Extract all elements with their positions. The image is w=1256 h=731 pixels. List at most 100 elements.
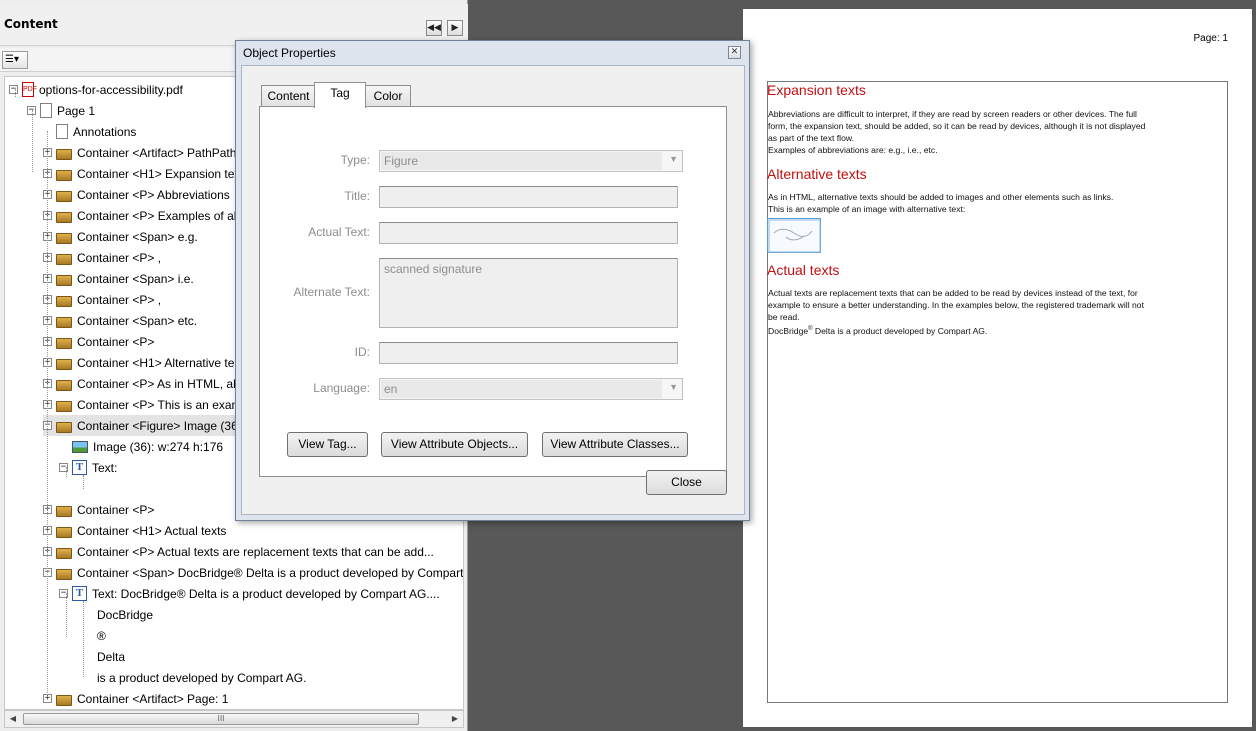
text-docbridge: DocBridge <box>768 325 809 336</box>
tree-row-label: Annotations <box>73 124 137 139</box>
tab-content[interactable]: Content <box>261 85 316 107</box>
tree-row[interactable]: + Container <H1> Actual texts <box>43 520 226 541</box>
image-icon <box>72 440 88 453</box>
tree-row-label: Container <H1> Actual texts <box>77 523 227 538</box>
view-tag-button[interactable]: View Tag... <box>287 432 368 457</box>
container-box-icon <box>56 547 72 559</box>
tree-row-label: Container <Span> etc. <box>77 313 198 328</box>
tree-row-label: ® <box>97 628 106 643</box>
tree-row[interactable]: + Container <P> Actual texts are replacem… <box>43 541 434 562</box>
chevron-down-icon: ▼ <box>669 154 678 164</box>
tree-row-label: Page 1 <box>57 103 96 118</box>
close-x-icon[interactable]: ✕ <box>728 46 741 59</box>
tree-row[interactable]: DocBridge <box>77 604 153 625</box>
tree-row[interactable]: + Container <P> Abbreviations <box>43 184 230 205</box>
tree-row[interactable]: ® <box>77 625 106 646</box>
type-select[interactable]: Figure ▼ <box>379 150 683 172</box>
container-box-icon <box>56 274 72 286</box>
tree-row[interactable]: − PDF options-for-accessibility.pdf <box>9 79 183 100</box>
scroll-left-arrow-icon[interactable]: ◀ <box>7 713 19 725</box>
paragraph-actual: Actual texts are replacement texts that … <box>768 287 1220 337</box>
container-box-icon <box>56 379 72 391</box>
text-line: Actual texts are replacement texts that … <box>768 288 1138 298</box>
tree-row[interactable]: + Container <H1> Alternative te <box>43 352 234 373</box>
container-box-icon <box>56 190 72 202</box>
tree-row-label: Container <P> As in HTML, al <box>77 376 236 391</box>
text-icon: T <box>72 586 87 601</box>
alternate-text-label: Alternate Text: <box>293 285 371 299</box>
tree-row[interactable]: + Container <Span> etc. <box>43 310 197 331</box>
tree-row-label: Container <P> <box>77 334 155 349</box>
tree-row-label: is a product developed by Compart AG. <box>97 670 307 685</box>
text-line: be read. <box>768 312 800 322</box>
alternate-text-field[interactable]: scanned signature <box>379 258 678 328</box>
view-attribute-classes-button[interactable]: View Attribute Classes... <box>542 432 688 457</box>
tree-row[interactable]: + Container <P> This is an exam <box>43 394 242 415</box>
tree-row[interactable]: + Container <P> <box>43 499 154 520</box>
language-select-value: en <box>381 380 662 398</box>
tree-row-label: Text: <box>92 460 118 475</box>
double-left-arrow-icon[interactable]: ◀◀ <box>426 20 442 36</box>
tree-row[interactable]: + Container <H1> Expansion tex <box>43 163 240 184</box>
tree-row[interactable]: + Container <Artifact> Page: 1 <box>43 688 228 709</box>
tree-row[interactable]: Annotations <box>43 121 136 142</box>
tree-row-label: Container <P> This is an exam <box>77 397 242 412</box>
tree-row-label: Container <P> Abbreviations <box>77 187 230 202</box>
tree-row-label: Container <Artifact> PathPath <box>77 145 237 160</box>
tree-row-label: Container <Span> i.e. <box>77 271 194 286</box>
view-attribute-objects-button[interactable]: View Attribute Objects... <box>381 432 528 457</box>
pdf-file-icon: PDF <box>22 82 37 97</box>
tab-tag[interactable]: Tag <box>314 82 366 108</box>
tree-row[interactable]: is a product developed by Compart AG. <box>77 667 306 688</box>
tree-row-label: Container <P> , <box>77 250 162 265</box>
tree-row-label: Container <P> , <box>77 292 162 307</box>
language-select[interactable]: en ▼ <box>379 378 683 400</box>
tree-row-label: Container <H1> Alternative te <box>77 355 235 370</box>
container-box-icon <box>56 505 72 517</box>
container-box-icon <box>56 232 72 244</box>
type-select-value: Figure <box>381 152 662 170</box>
collapse-icon[interactable]: − <box>9 85 18 94</box>
id-field[interactable] <box>379 342 678 364</box>
document-page: Page: 1 Expansion texts Abbreviations ar… <box>743 9 1252 727</box>
tree-row[interactable]: + Container <Span> e.g. <box>43 226 198 247</box>
tree-row[interactable] <box>77 478 97 499</box>
close-button[interactable]: Close <box>646 470 727 495</box>
actual-text-label: Actual Text: <box>308 225 370 239</box>
tree-row[interactable]: − Container <Span> DocBridge® Delta is a … <box>43 562 463 583</box>
tree-row[interactable]: + Container <P> As in HTML, al <box>43 373 236 394</box>
id-label: ID: <box>354 345 370 359</box>
scrollbar-thumb[interactable]: III <box>23 713 419 725</box>
tree-row-label: Container <Span> DocBridge® Delta is a p… <box>77 565 464 580</box>
text-line: Abbreviations are difficult to interpret… <box>768 109 1137 119</box>
tree-row[interactable]: − T Text: <box>59 457 117 478</box>
tree-row[interactable]: + Container <P> , <box>43 247 161 268</box>
dialog-title: Object Properties <box>243 46 336 60</box>
container-box-icon <box>56 169 72 181</box>
tab-color[interactable]: Color <box>365 85 411 107</box>
tree-row[interactable]: − T Text: DocBridge® Delta is a product de… <box>59 583 440 604</box>
tree-row[interactable]: + Container <P> , <box>43 289 161 310</box>
tree-row[interactable]: + Container <P> <box>43 331 154 352</box>
scroll-right-arrow-icon[interactable]: ▶ <box>449 713 461 725</box>
tree-row-label: Text: DocBridge® Delta is a product deve… <box>92 586 440 601</box>
language-label: Language: <box>313 381 370 395</box>
tree-row[interactable]: + Container <Artifact> PathPath <box>43 142 236 163</box>
tree-row[interactable]: Delta <box>77 646 125 667</box>
actual-text-field[interactable] <box>379 222 678 244</box>
tree-row[interactable]: + Container <Span> i.e. <box>43 268 194 289</box>
tree-row[interactable]: Image (36): w:274 h:176 <box>59 436 223 457</box>
signature-image[interactable] <box>767 218 821 253</box>
right-arrow-icon[interactable]: ▶ <box>447 20 463 36</box>
tree-row[interactable]: + Container <P> Examples of ab <box>43 205 240 226</box>
tree-row[interactable]: − Page 1 <box>27 100 95 121</box>
horizontal-scrollbar[interactable]: ◀ III ▶ <box>4 710 464 728</box>
container-box-icon <box>56 694 72 706</box>
container-box-icon <box>56 358 72 370</box>
text-line: This is an example of an image with alte… <box>768 204 966 214</box>
options-menu-icon[interactable]: ☰▾ <box>2 51 28 69</box>
title-field[interactable] <box>379 186 678 208</box>
tree-guide-line <box>66 467 67 477</box>
type-label: Type: <box>340 153 370 167</box>
text-line: As in HTML, alternative texts should be … <box>768 192 1114 202</box>
